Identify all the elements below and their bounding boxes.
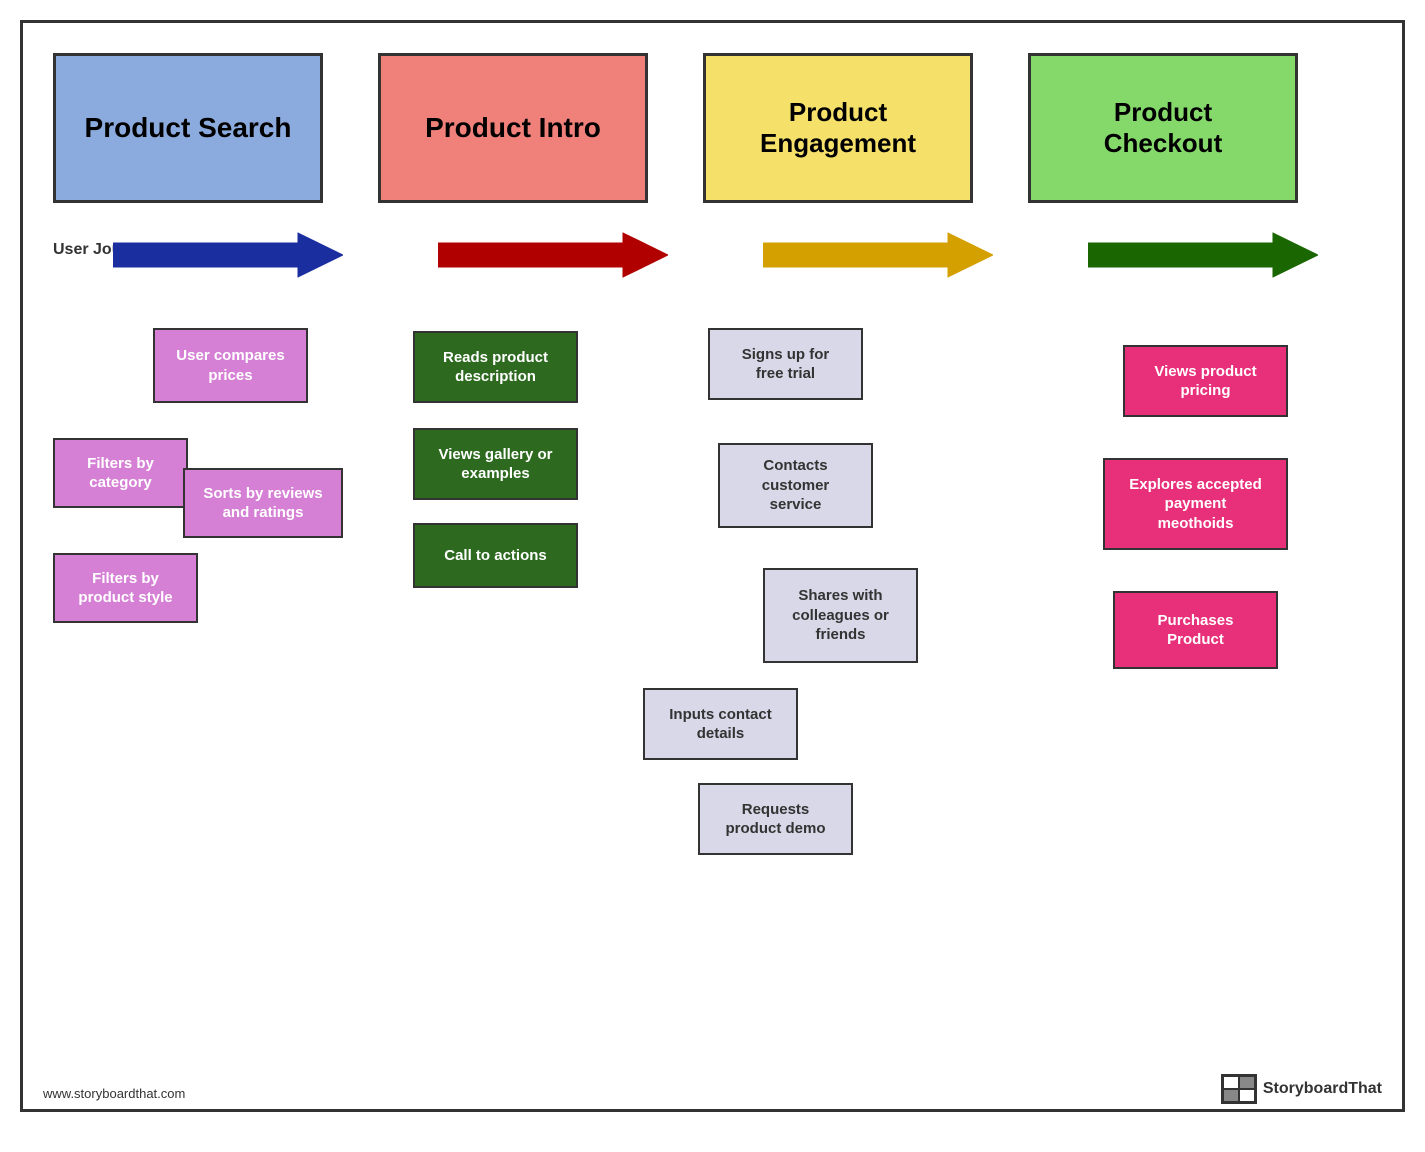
card-filters-by-category: Filters bycategory xyxy=(53,438,188,508)
arrow-checkout xyxy=(1088,228,1318,283)
card-purchases-product: PurchasesProduct xyxy=(1113,591,1278,669)
logo-text: StoryboardThat xyxy=(1263,1080,1382,1098)
logo-icon xyxy=(1221,1074,1257,1104)
footer-logo: StoryboardThat xyxy=(1221,1074,1382,1104)
header-product-engagement: ProductEngagement xyxy=(703,53,973,203)
card-reads-product-description: Reads productdescription xyxy=(413,331,578,403)
card-user-compares-prices: User comparesprices xyxy=(153,328,308,403)
card-contacts-customer-service: Contactscustomerservice xyxy=(718,443,873,528)
card-signs-up-free-trial: Signs up forfree trial xyxy=(708,328,863,400)
card-inputs-contact-details: Inputs contactdetails xyxy=(643,688,798,760)
footer-url: www.storyboardthat.com xyxy=(43,1086,185,1101)
arrow-engagement xyxy=(763,228,993,283)
arrow-search xyxy=(113,228,343,283)
card-views-gallery: Views gallery orexamples xyxy=(413,428,578,500)
card-explores-payment-methods: Explores acceptedpaymentmeothoids xyxy=(1103,458,1288,550)
card-sorts-by-reviews: Sorts by reviewsand ratings xyxy=(183,468,343,538)
card-requests-product-demo: Requestsproduct demo xyxy=(698,783,853,855)
header-product-checkout: ProductCheckout xyxy=(1028,53,1298,203)
card-filters-by-product-style: Filters byproduct style xyxy=(53,553,198,623)
header-product-search: Product Search xyxy=(53,53,323,203)
card-shares-with-colleagues: Shares withcolleagues orfriends xyxy=(763,568,918,663)
card-call-to-actions: Call to actions xyxy=(413,523,578,588)
main-canvas: Product Search Product Intro ProductEnga… xyxy=(20,20,1405,1112)
header-product-intro: Product Intro xyxy=(378,53,648,203)
card-views-product-pricing: Views productpricing xyxy=(1123,345,1288,417)
arrow-intro xyxy=(438,228,668,283)
